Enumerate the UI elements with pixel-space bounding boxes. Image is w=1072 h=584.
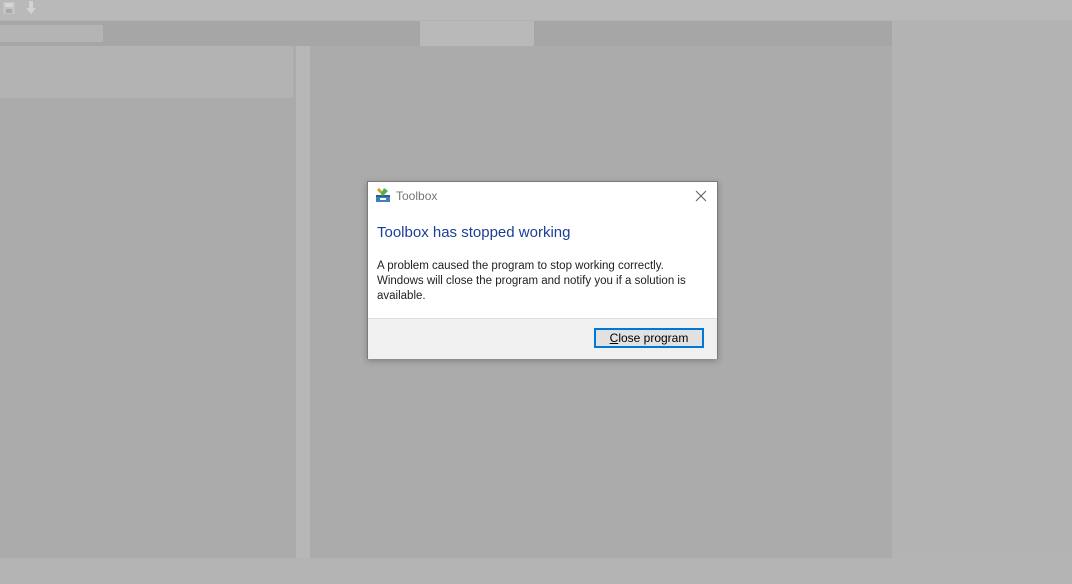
left-pane-header <box>0 46 293 98</box>
toolbox-app-icon <box>376 188 390 202</box>
tab-strip <box>0 21 892 46</box>
dialog-title: Toolbox <box>396 189 438 203</box>
error-dialog: Toolbox Toolbox has stopped working A pr… <box>367 181 718 359</box>
dialog-message-line: A problem caused the program to stop wor… <box>377 260 664 272</box>
tab-item <box>0 25 103 42</box>
download-arrow-icon <box>26 1 36 14</box>
button-mnemonic: C <box>609 331 619 345</box>
dialog-footer: Close program <box>368 318 717 359</box>
dialog-message-line: available. <box>377 290 426 302</box>
right-pane <box>892 20 1072 558</box>
dialog-message: A problem caused the program to stop wor… <box>377 259 712 304</box>
close-icon[interactable] <box>691 186 711 206</box>
dialog-heading: Toolbox has stopped working <box>377 224 571 241</box>
tab-item <box>420 21 534 46</box>
status-strip <box>0 558 1072 584</box>
dialog-message-line: Windows will close the program and notif… <box>377 275 686 287</box>
toolbar <box>0 0 1072 20</box>
save-icon <box>3 2 15 14</box>
left-pane <box>0 46 296 558</box>
pane-splitter <box>296 46 310 558</box>
button-label: lose program <box>618 331 689 345</box>
close-program-button[interactable]: Close program <box>594 328 704 348</box>
dialog-titlebar[interactable]: Toolbox <box>368 182 717 210</box>
